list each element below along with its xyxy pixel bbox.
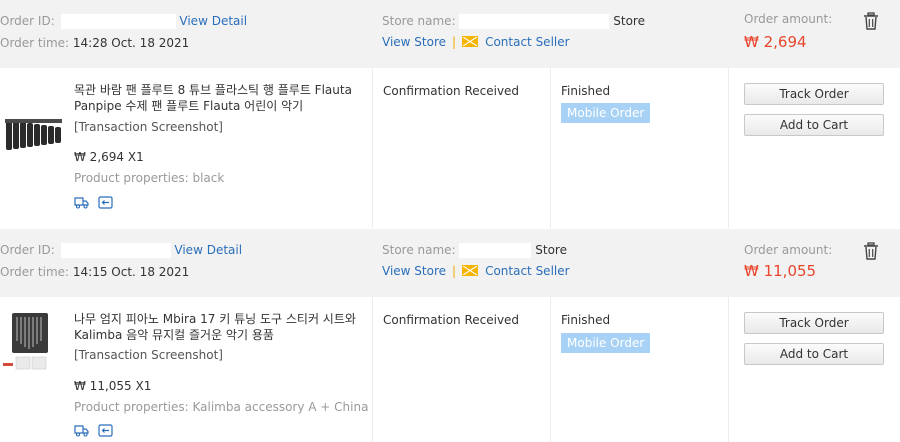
mail-icon: [462, 265, 479, 276]
order-body: 나무 엄지 피아노 Mbira 17 키 튜닝 도구 스티커 시트와 Kalim…: [0, 297, 900, 442]
order-state: Finished: [561, 84, 611, 98]
column-divider: [728, 68, 729, 228]
contact-seller-link[interactable]: Contact Seller: [485, 264, 570, 278]
add-to-cart-button[interactable]: Add to Cart: [744, 343, 884, 365]
order-time-label: Order time:: [0, 265, 70, 279]
transaction-screenshot-link[interactable]: [Transaction Screenshot]: [74, 120, 223, 134]
store-name-redacted: [459, 243, 532, 258]
contact-seller-link[interactable]: Contact Seller: [485, 35, 570, 49]
order-status: Confirmation Received: [383, 84, 520, 98]
product-properties-value: Kalimba accessory A + China: [192, 400, 369, 414]
order-time-value: 14:15 Oct. 18 2021: [72, 265, 190, 279]
order-id-row: Order ID: View Detail: [0, 243, 242, 258]
order-time-label: Order time:: [0, 36, 70, 50]
product-properties-value: black: [192, 171, 225, 185]
add-to-cart-button[interactable]: Add to Cart: [744, 114, 884, 136]
product-title[interactable]: 나무 엄지 피아노 Mbira 17 키 튜닝 도구 스티커 시트와 Kalim…: [74, 311, 374, 343]
shipping-icon[interactable]: [74, 196, 89, 209]
product-properties: Product properties: black: [74, 171, 224, 185]
mobile-order-badge: Mobile Order: [561, 103, 651, 123]
order-time-row: Order time: 14:15 Oct. 18 2021: [0, 265, 189, 279]
view-store-link[interactable]: View Store: [382, 264, 446, 278]
view-detail-link[interactable]: View Detail: [174, 243, 242, 257]
order-id-redacted: [60, 14, 176, 29]
shipping-icon[interactable]: [74, 424, 89, 437]
product-properties: Product properties: Kalimba accessory A …: [74, 400, 368, 414]
product-properties-label: Product properties:: [74, 171, 189, 185]
product-image[interactable]: [2, 311, 64, 377]
order-time-value: 14:28 Oct. 18 2021: [72, 36, 190, 50]
mobile-order-badge: Mobile Order: [561, 333, 651, 353]
column-divider: [550, 297, 551, 442]
store-actions: View Store | Contact Seller: [382, 35, 570, 49]
store-name-suffix: Store: [535, 243, 567, 257]
product-image[interactable]: [2, 92, 64, 158]
track-order-button[interactable]: Track Order: [744, 312, 884, 334]
track-order-button[interactable]: Track Order: [744, 83, 884, 105]
store-name-label: Store name:: [382, 243, 456, 257]
product-title[interactable]: 목관 바람 팬 플루트 8 튜브 플라스틱 행 플루트 Flauta Panpi…: [74, 82, 374, 114]
separator: |: [452, 35, 457, 49]
trash-icon[interactable]: [863, 242, 879, 260]
column-divider: [372, 68, 373, 228]
store-name-suffix: Store: [613, 14, 645, 28]
trash-icon[interactable]: [863, 12, 879, 30]
separator: |: [452, 264, 457, 278]
mail-icon: [462, 36, 479, 47]
order-id-row: Order ID: View Detail: [0, 14, 247, 29]
order-amount-label: Order amount:: [744, 12, 833, 26]
product-price-qty: ₩ 2,694 X1: [74, 150, 144, 164]
store-name-row: Store name: Store: [382, 14, 645, 29]
order-header: Order ID: View Detail Order time: 14:28 …: [0, 0, 900, 68]
order-body: 목관 바람 팬 플루트 8 튜브 플라스틱 행 플루트 Flauta Panpi…: [0, 68, 900, 228]
product-properties-label: Product properties:: [74, 400, 189, 414]
order-id-label: Order ID:: [0, 14, 55, 28]
order-time-row: Order time: 14:28 Oct. 18 2021: [0, 36, 189, 50]
order-amount-label: Order amount:: [744, 243, 833, 257]
order-header: Order ID: View Detail Order time: 14:15 …: [0, 229, 900, 297]
view-store-link[interactable]: View Store: [382, 35, 446, 49]
column-divider: [728, 297, 729, 442]
order-state: Finished: [561, 313, 611, 327]
column-divider: [372, 297, 373, 442]
store-actions: View Store | Contact Seller: [382, 264, 570, 278]
view-detail-link[interactable]: View Detail: [179, 14, 247, 28]
order-id-label: Order ID:: [0, 243, 55, 257]
store-name-redacted: [459, 14, 610, 29]
order-status: Confirmation Received: [383, 313, 520, 327]
product-price-qty: ₩ 11,055 X1: [74, 379, 152, 393]
order-id-redacted: [60, 243, 171, 258]
transaction-screenshot-link[interactable]: [Transaction Screenshot]: [74, 348, 223, 362]
store-name-label: Store name:: [382, 14, 456, 28]
return-icon[interactable]: [98, 424, 113, 437]
return-icon[interactable]: [98, 196, 113, 209]
store-name-row: Store name: Store: [382, 243, 567, 258]
order-amount-value: ₩ 2,694: [744, 33, 807, 51]
order-amount-value: ₩ 11,055: [744, 262, 817, 280]
column-divider: [550, 68, 551, 228]
